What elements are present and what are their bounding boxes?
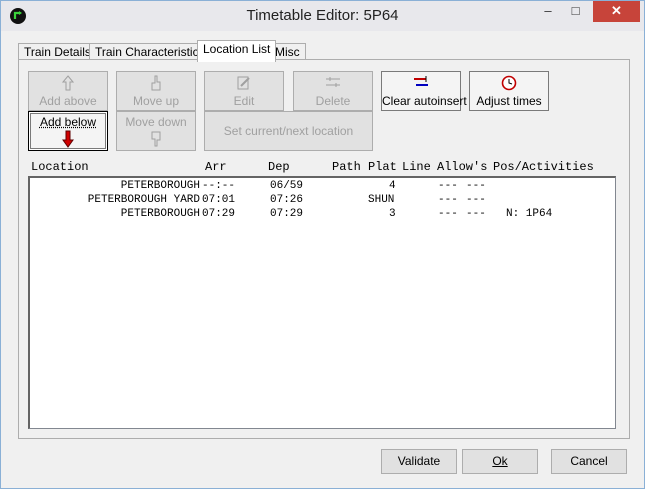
- minimize-button[interactable]: –: [534, 1, 562, 22]
- delete-icon: [324, 75, 342, 92]
- edit-icon: [236, 75, 252, 94]
- column-header-arr: Arr: [205, 160, 227, 174]
- table-row[interactable]: PETERBOROUGH --:-- 06/59 4 --- ---: [30, 180, 610, 194]
- adjust-times-button[interactable]: Adjust times: [469, 71, 549, 111]
- clear-autoinsert-button[interactable]: Clear autoinsert: [381, 71, 467, 111]
- maximize-button[interactable]: □: [562, 1, 589, 22]
- clock-icon: [501, 75, 517, 94]
- hand-up-icon: [150, 75, 162, 94]
- edit-button[interactable]: Edit: [204, 71, 284, 111]
- table-row[interactable]: PETERBOROUGH YARD 07:01 07:26 SHUN --- -…: [30, 194, 610, 208]
- add-above-button[interactable]: Add above: [28, 71, 108, 111]
- table-row[interactable]: PETERBOROUGH 07:29 07:29 3 --- --- N: 1P…: [30, 208, 610, 222]
- column-header-dep: Dep: [268, 160, 290, 174]
- column-header-location: Location: [31, 160, 89, 174]
- arrow-down-icon: [62, 130, 74, 151]
- move-down-button[interactable]: Move down: [116, 111, 196, 151]
- clear-autoinsert-icon: [412, 75, 430, 92]
- close-button[interactable]: ✕: [593, 1, 640, 22]
- arrow-up-icon: [61, 75, 75, 94]
- title-bar[interactable]: Timetable Editor: 5P64 – □ ✕: [1, 1, 644, 31]
- cancel-button[interactable]: Cancel: [551, 449, 627, 474]
- ok-button[interactable]: Ok: [462, 449, 538, 474]
- set-current-next-location-button[interactable]: Set current/next location: [204, 111, 373, 151]
- column-header-allows: Allow's: [437, 160, 488, 174]
- column-header-line: Line: [402, 160, 431, 174]
- column-header-pos-activities: Pos/Activities: [493, 160, 594, 174]
- column-header-plat: Plat: [368, 160, 397, 174]
- hand-down-icon: [150, 131, 162, 150]
- delete-button[interactable]: Delete: [293, 71, 373, 111]
- column-header-path: Path: [332, 160, 361, 174]
- validate-button[interactable]: Validate: [381, 449, 457, 474]
- tab-location-list[interactable]: Location List: [197, 40, 277, 62]
- add-below-button[interactable]: Add below: [28, 111, 108, 151]
- move-up-button[interactable]: Move up: [116, 71, 196, 111]
